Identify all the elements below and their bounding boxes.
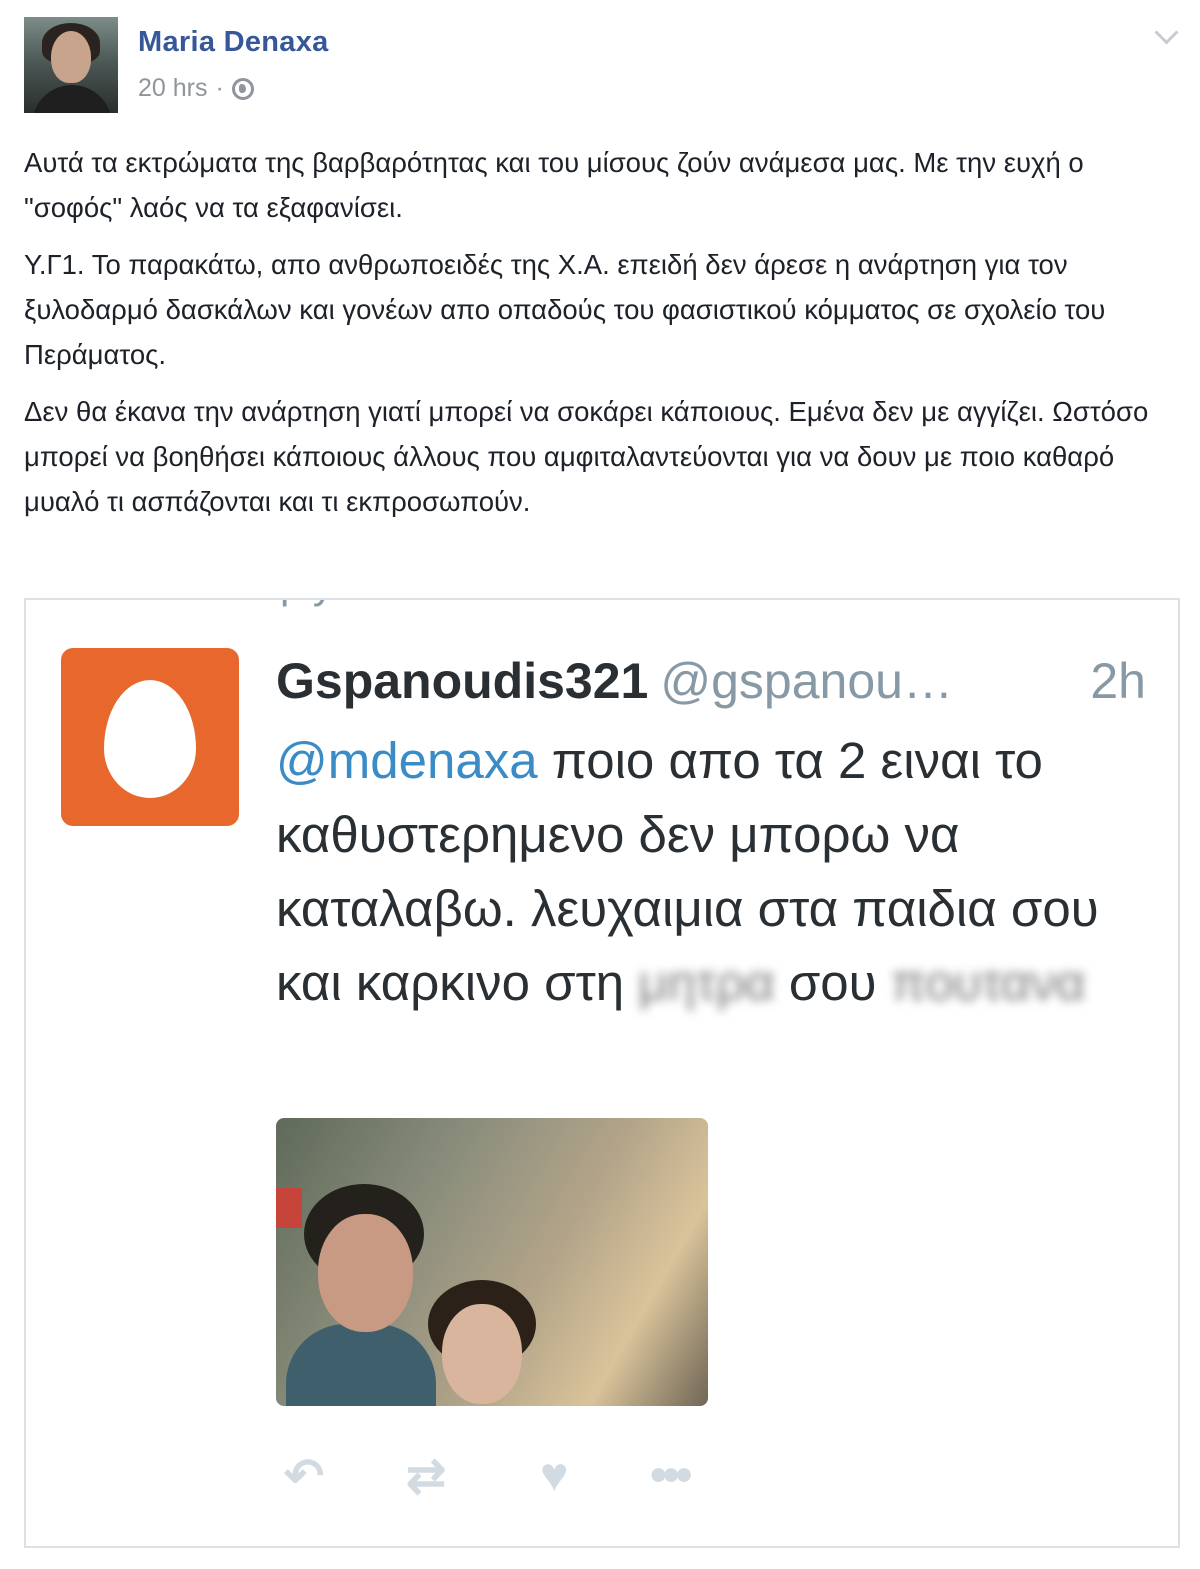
heart-icon: ♥ bbox=[540, 1449, 569, 1502]
tweet-photo bbox=[276, 1118, 708, 1406]
post-time[interactable]: 20 hrs bbox=[138, 74, 207, 103]
tweet-author-handle: @gspanou… bbox=[660, 653, 953, 709]
author-avatar[interactable] bbox=[24, 17, 118, 113]
tweet-actions: ↶ ⇄ ♥ ••• bbox=[284, 1448, 744, 1504]
egg-avatar-icon bbox=[61, 648, 239, 826]
chevron-down-icon[interactable] bbox=[1154, 20, 1179, 45]
embedded-tweet-screenshot[interactable]: In reply to Maria Denaxa Gspanoudis321@g… bbox=[24, 598, 1180, 1548]
post-meta: 20 hrs · bbox=[138, 74, 254, 103]
author-name-link[interactable]: Maria Denaxa bbox=[138, 26, 329, 59]
meta-separator: · bbox=[215, 74, 224, 102]
retweet-icon: ⇄ bbox=[406, 1450, 447, 1503]
post-header: Maria Denaxa 20 hrs · bbox=[0, 0, 1200, 130]
blurred-word: μητρα bbox=[638, 954, 775, 1011]
tweet-text: @mdenaxa ποιο απο τα 2 ειναι το καθυστερ… bbox=[276, 724, 1146, 1020]
post-paragraph: Υ.Γ1. Το παρακάτω, απο ανθρωποειδές της … bbox=[24, 249, 1106, 370]
post-body: Αυτά τα εκτρώματα της βαρβαρότητας και τ… bbox=[24, 140, 1174, 536]
reply-icon: ↶ bbox=[284, 1450, 325, 1503]
tweet-author-name: Gspanoudis321 bbox=[276, 653, 649, 709]
tweet-text-end: σου bbox=[774, 954, 891, 1011]
reply-context-text: In reply to Maria Denaxa bbox=[196, 600, 654, 608]
post-paragraph: Δεν θα έκανα την ανάρτηση γιατί μπορεί ν… bbox=[24, 396, 1149, 517]
blurred-word: πουτανα bbox=[890, 954, 1086, 1011]
tweet-mention: @mdenaxa bbox=[276, 732, 538, 789]
more-icon: ••• bbox=[650, 1449, 692, 1502]
tweet-header: Gspanoudis321 @gspanou… 2h bbox=[276, 652, 1146, 710]
globe-icon[interactable] bbox=[231, 77, 254, 100]
post-paragraph: Αυτά τα εκτρώματα της βαρβαρότητας και τ… bbox=[24, 147, 1084, 223]
tweet-time: 2h bbox=[1090, 653, 1146, 709]
